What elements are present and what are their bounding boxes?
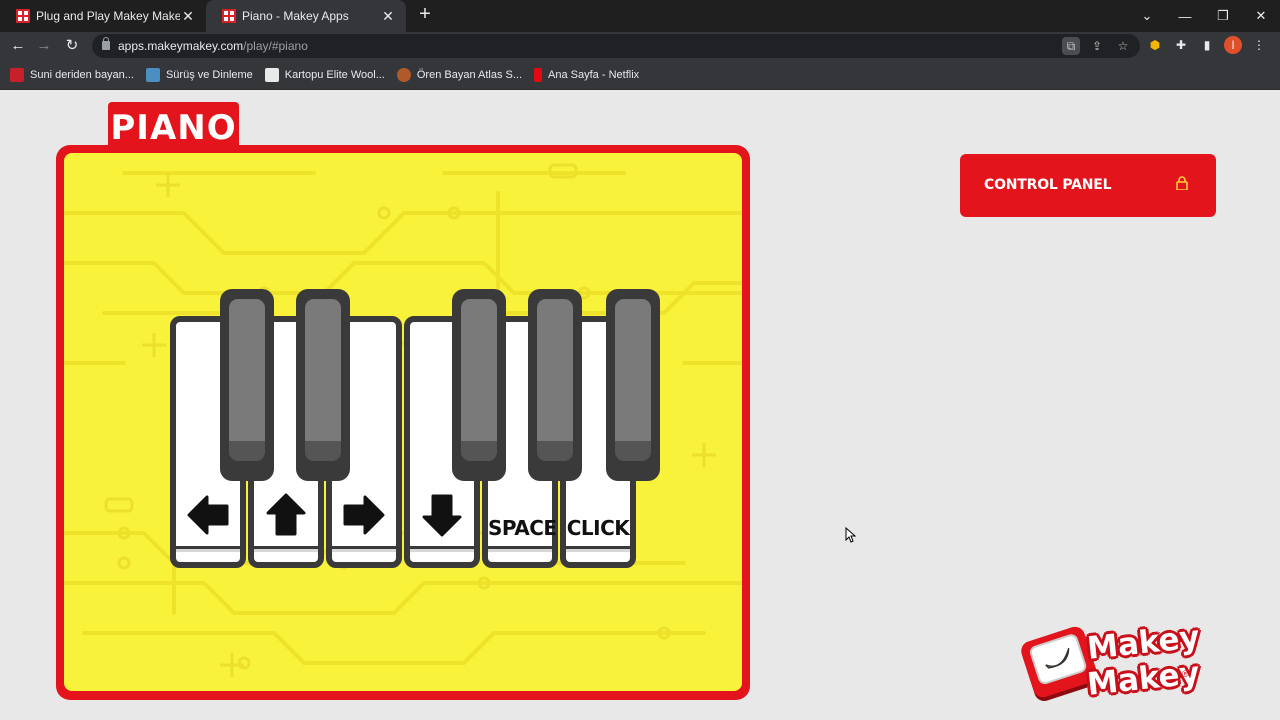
forward-icon[interactable]: → <box>34 36 54 56</box>
bookmark-favicon-icon <box>396 67 411 82</box>
bookmark-favicon-icon <box>10 67 24 82</box>
key-strip <box>332 546 396 552</box>
black-key[interactable] <box>220 289 274 481</box>
minimize-icon[interactable]: — <box>1166 9 1204 24</box>
menu-icon[interactable]: ⋮ <box>1250 36 1268 54</box>
piano-keyboard: SPACE CLICK <box>170 289 666 569</box>
bookmark-star-icon[interactable]: ☆ <box>1114 37 1132 55</box>
control-panel-button[interactable]: CONTROL PANEL <box>960 154 1216 217</box>
bookmark-favicon-icon <box>145 67 160 82</box>
tab-title: Piano - Makey Apps <box>242 9 349 23</box>
makey-favicon-icon <box>16 9 30 23</box>
black-key[interactable] <box>452 289 506 481</box>
bookmark-item[interactable]: Ana Sayfa - Netflix <box>534 67 640 82</box>
key-strip <box>176 546 240 552</box>
url-path: /play/#piano <box>243 39 308 53</box>
lock-icon <box>1176 176 1188 190</box>
extensions-icon[interactable]: ✚ <box>1172 36 1190 54</box>
page-content: PIANO SPACE CLICK CONTROL PANEL Makey Ma… <box>0 91 1280 720</box>
tab-title: Plug and Play Makey Makey App <box>36 9 180 23</box>
makey-makey-logo: Makey Makey ® <box>1018 619 1204 720</box>
reload-icon[interactable]: ↻ <box>62 36 82 56</box>
bookmark-item[interactable]: Sürüş ve Dinleme <box>145 67 253 82</box>
bookmark-item[interactable]: Suni deriden bayan... <box>10 67 134 82</box>
piano-board-inner: SPACE CLICK <box>64 153 742 691</box>
lock-icon[interactable] <box>102 37 110 50</box>
side-panel-icon[interactable]: ▮ <box>1198 36 1216 54</box>
black-key[interactable] <box>296 289 350 481</box>
translate-icon[interactable]: ⧉ <box>1062 37 1080 55</box>
window-controls: ⌄ — ❐ ✕ <box>1128 0 1280 32</box>
key-strip <box>488 546 552 552</box>
banana-icon <box>1045 647 1070 669</box>
key-label: SPACE <box>488 516 557 540</box>
bookmark-label: Sürüş ve Dinleme <box>165 68 253 81</box>
registered-mark: ® <box>1182 669 1189 679</box>
piano-board: SPACE CLICK <box>56 145 750 700</box>
bookmark-label: Ören Bayan Atlas S... <box>416 68 523 81</box>
bookmarks-bar: Suni deriden bayan... Sürüş ve Dinleme K… <box>0 60 1280 90</box>
bookmark-favicon-icon <box>264 67 279 82</box>
key-label: CLICK <box>566 516 630 540</box>
black-key[interactable] <box>606 289 660 481</box>
browser-tab-bar: Plug and Play Makey Makey App ✕ Piano - … <box>0 0 1280 32</box>
url-host: apps.makeymakey.com <box>118 39 244 53</box>
tab-piano[interactable]: Piano - Makey Apps ✕ <box>206 0 406 32</box>
bookmark-label: Kartopu Elite Wool... <box>284 68 385 81</box>
bookmark-item[interactable]: Kartopu Elite Wool... <box>264 67 385 82</box>
key-strip <box>566 546 630 552</box>
arrow-right-icon <box>343 495 385 535</box>
key-strip <box>410 546 474 552</box>
tab-search-icon[interactable]: ⌄ <box>1128 8 1166 24</box>
makey-favicon-icon <box>222 9 236 23</box>
browser-toolbar: ← → ↻ apps.makeymakey.com/play/#piano ⧉ … <box>0 32 1280 60</box>
logo-key-face <box>1028 632 1089 686</box>
key-strip <box>254 546 318 552</box>
control-panel-label: CONTROL PANEL <box>984 177 1112 193</box>
shield-extension-icon[interactable]: ⬢ <box>1146 36 1164 54</box>
arrow-down-icon <box>422 494 462 537</box>
share-icon[interactable]: ⇪ <box>1088 37 1106 55</box>
bookmark-label: Ana Sayfa - Netflix <box>548 68 640 81</box>
close-window-icon[interactable]: ✕ <box>1242 8 1280 24</box>
mouse-cursor-icon <box>845 527 857 543</box>
restore-icon[interactable]: ❐ <box>1204 8 1242 24</box>
address-bar[interactable]: apps.makeymakey.com/play/#piano ⧉ ⇪ ☆ <box>92 34 1140 58</box>
bookmark-label: Suni deriden bayan... <box>30 68 134 81</box>
close-icon[interactable]: ✕ <box>180 8 196 25</box>
tab-makey-app[interactable]: Plug and Play Makey Makey App ✕ <box>0 0 206 32</box>
arrow-left-icon <box>187 495 229 535</box>
bookmark-item[interactable]: Ören Bayan Atlas S... <box>396 67 523 82</box>
profile-avatar[interactable]: I <box>1224 36 1242 54</box>
back-icon[interactable]: ← <box>8 36 28 56</box>
new-tab-button[interactable]: + <box>414 4 436 26</box>
netflix-icon <box>534 67 543 82</box>
url-text: apps.makeymakey.com/play/#piano <box>118 39 308 53</box>
arrow-up-icon <box>266 493 306 536</box>
black-key[interactable] <box>528 289 582 481</box>
close-icon[interactable]: ✕ <box>380 8 396 25</box>
